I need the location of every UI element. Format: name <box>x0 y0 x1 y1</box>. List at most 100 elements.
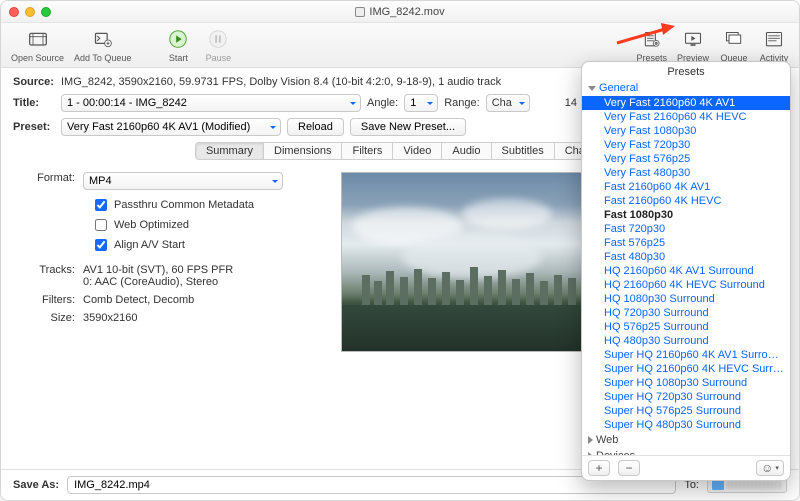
preset-group-general[interactable]: General <box>582 80 790 96</box>
tab-video[interactable]: Video <box>392 142 442 160</box>
angle-label: Angle: <box>367 97 398 109</box>
preset-remove-button[interactable]: − <box>618 460 640 476</box>
preset-item[interactable]: Super HQ 2160p60 4K AV1 Surround <box>582 348 790 362</box>
add-to-queue-icon <box>88 29 118 51</box>
preset-item[interactable]: Super HQ 720p30 Surround <box>582 390 790 404</box>
chevron-down-icon <box>588 86 596 91</box>
add-to-queue-button[interactable]: Add To Queue <box>74 29 131 63</box>
format-select[interactable]: MP4 <box>83 172 283 190</box>
open-source-button[interactable]: Open Source <box>11 29 64 63</box>
title-label: Title: <box>13 97 55 109</box>
reload-button[interactable]: Reload <box>287 118 344 136</box>
preset-item[interactable]: Super HQ 1080p30 Surround <box>582 376 790 390</box>
pause-button[interactable]: Pause <box>203 29 233 63</box>
preview-toolbar-button[interactable]: Preview <box>677 29 709 63</box>
titlebar: IMG_8242.mov <box>1 1 799 23</box>
preset-group-label: Web <box>596 434 618 446</box>
tracks-value: AV1 10-bit (SVT), 60 FPS PFR0: AAC (Core… <box>83 264 323 288</box>
preset-item[interactable]: Fast 1080p30 <box>582 208 790 222</box>
webopt-row[interactable]: Web Optimized <box>91 216 323 234</box>
track-line: AV1 10-bit (SVT), 60 FPS PFR <box>83 264 323 276</box>
preset-item[interactable]: HQ 1080p30 Surround <box>582 292 790 306</box>
web-optimized-label: Web Optimized <box>114 219 189 231</box>
tab-dimensions[interactable]: Dimensions <box>263 142 342 160</box>
preset-item[interactable]: Super HQ 2160p60 4K HEVC Surround <box>582 362 790 376</box>
start-button[interactable]: Start <box>163 29 193 63</box>
preset-group-web[interactable]: Web <box>582 432 790 448</box>
open-source-icon <box>23 29 53 51</box>
format-label: Format: <box>33 172 83 184</box>
preview-icon <box>678 29 708 51</box>
filters-value: Comb Detect, Decomb <box>83 294 323 306</box>
preset-item[interactable]: Super HQ 576p25 Surround <box>582 404 790 418</box>
source-value: IMG_8242, 3590x2160, 59.9731 FPS, Dolby … <box>61 76 501 88</box>
preset-add-button[interactable]: + <box>588 460 610 476</box>
queue-icon <box>719 29 749 51</box>
preset-item[interactable]: Very Fast 2160p60 4K HEVC <box>582 110 790 124</box>
tab-subtitles[interactable]: Subtitles <box>491 142 555 160</box>
tracks-label: Tracks: <box>33 264 83 276</box>
presets-toolbar-button[interactable]: Presets <box>636 29 667 63</box>
chevron-right-icon <box>588 436 593 444</box>
preset-group-devices[interactable]: Devices <box>582 448 790 455</box>
preset-item[interactable]: Very Fast 480p30 <box>582 166 790 180</box>
passthru-row[interactable]: Passthru Common Metadata <box>91 196 323 214</box>
video-preview <box>341 172 591 352</box>
presets-popover: Presets GeneralVery Fast 2160p60 4K AV1V… <box>581 61 791 481</box>
align-av-checkbox[interactable] <box>95 239 107 251</box>
preset-item[interactable]: Fast 2160p60 4K AV1 <box>582 180 790 194</box>
preset-label: Preset: <box>13 121 55 133</box>
summary-left: Format: MP4 Passthru Common Metadata <box>33 172 323 352</box>
angle-select[interactable]: 1 <box>404 94 438 112</box>
save-new-preset-button[interactable]: Save New Preset... <box>350 118 466 136</box>
preset-item[interactable]: Fast 720p30 <box>582 222 790 236</box>
size-value: 3590x2160 <box>83 312 323 324</box>
preset-item[interactable]: Very Fast 1080p30 <box>582 124 790 138</box>
destination-redacted <box>727 481 782 489</box>
preset-item[interactable]: HQ 480p30 Surround <box>582 334 790 348</box>
preset-item[interactable]: HQ 576p25 Surround <box>582 320 790 334</box>
source-label: Source: <box>13 76 55 88</box>
filters-label: Filters: <box>33 294 83 306</box>
document-icon <box>355 7 365 17</box>
preset-group-label: General <box>599 82 638 94</box>
title-select[interactable]: 1 - 00:00:14 - IMG_8242 <box>61 94 361 112</box>
presets-footer: + − ☺︎▾ <box>582 455 790 480</box>
folder-icon <box>712 480 724 490</box>
window-title-text: IMG_8242.mov <box>369 6 444 18</box>
window-title: IMG_8242.mov <box>1 6 799 18</box>
preset-select[interactable]: Very Fast 2160p60 4K AV1 (Modified) <box>61 118 281 136</box>
toolbar-right: Presets Preview Queue Activity <box>636 29 789 63</box>
preset-options-button[interactable]: ☺︎▾ <box>756 460 784 476</box>
queue-toolbar-button[interactable]: Queue <box>719 29 749 63</box>
preset-item[interactable]: Fast 480p30 <box>582 250 790 264</box>
passthru-checkbox[interactable] <box>95 199 107 211</box>
app-window: IMG_8242.mov Open Source Add To Queue St… <box>0 0 800 501</box>
range-kind-select[interactable]: Cha <box>486 94 530 112</box>
range-label: Range: <box>444 97 479 109</box>
preset-item[interactable]: Fast 576p25 <box>582 236 790 250</box>
activity-icon <box>759 29 789 51</box>
preset-item[interactable]: HQ 720p30 Surround <box>582 306 790 320</box>
preset-item[interactable]: HQ 2160p60 4K HEVC Surround <box>582 278 790 292</box>
preset-item[interactable]: Super HQ 480p30 Surround <box>582 418 790 432</box>
pause-icon <box>203 29 233 51</box>
preset-item[interactable]: Very Fast 576p25 <box>582 152 790 166</box>
preset-item[interactable]: HQ 2160p60 4K AV1 Surround <box>582 264 790 278</box>
presets-icon <box>637 29 667 51</box>
preset-item[interactable]: Very Fast 2160p60 4K AV1 <box>582 96 790 110</box>
range-end-peek: 14 <box>565 97 577 109</box>
passthru-label: Passthru Common Metadata <box>114 199 254 211</box>
size-label: Size: <box>33 312 83 324</box>
presets-popover-title: Presets <box>582 62 790 80</box>
tab-audio[interactable]: Audio <box>441 142 491 160</box>
presets-list[interactable]: GeneralVery Fast 2160p60 4K AV1Very Fast… <box>582 80 790 455</box>
preset-item[interactable]: Fast 2160p60 4K HEVC <box>582 194 790 208</box>
alignav-row[interactable]: Align A/V Start <box>91 236 323 254</box>
tab-filters[interactable]: Filters <box>341 142 393 160</box>
activity-toolbar-button[interactable]: Activity <box>759 29 789 63</box>
tab-summary[interactable]: Summary <box>195 142 264 160</box>
web-optimized-checkbox[interactable] <box>95 219 107 231</box>
align-av-label: Align A/V Start <box>114 239 185 251</box>
preset-item[interactable]: Very Fast 720p30 <box>582 138 790 152</box>
